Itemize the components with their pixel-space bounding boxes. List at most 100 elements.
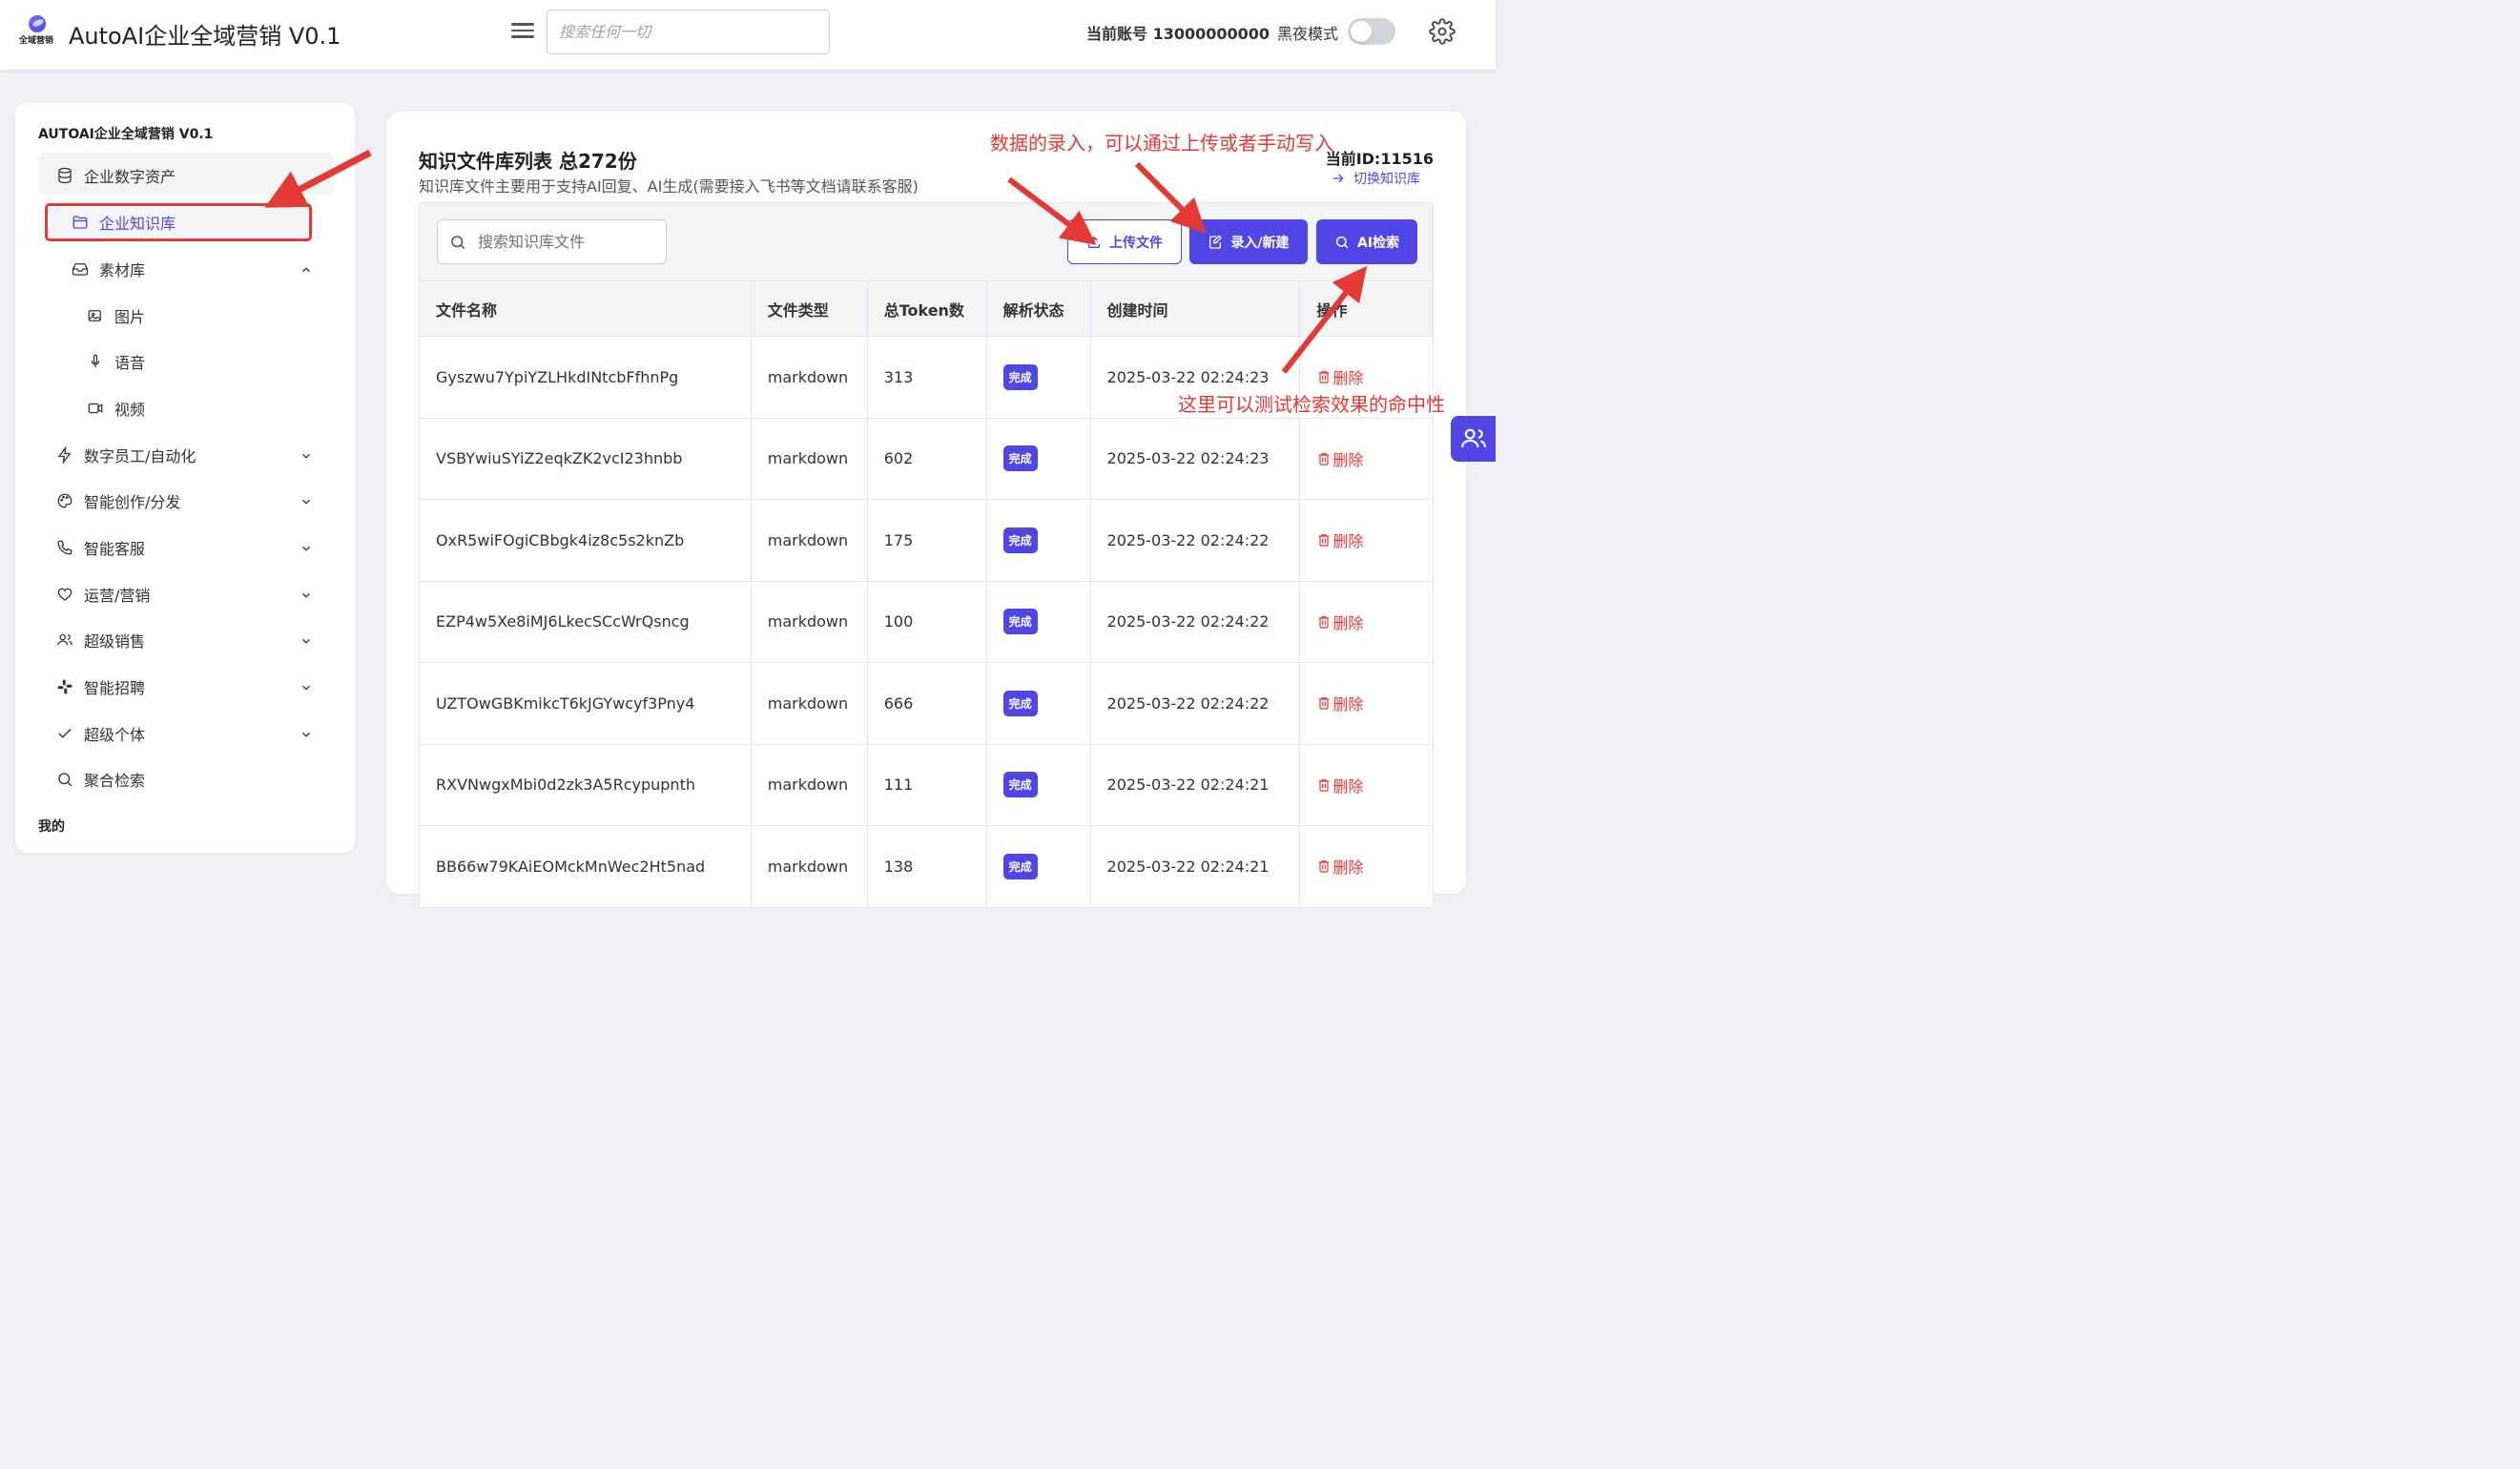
file-type: markdown xyxy=(750,336,868,419)
file-name[interactable]: Gyszwu7YpiYZLHkdINtcbFfhnPg xyxy=(419,336,752,419)
file-name[interactable]: EZP4w5Xe8iMJ6LkecSCcWrQsncg xyxy=(419,580,752,663)
sidebar-item-label: 超级个体 xyxy=(84,726,146,744)
page-subtitle: 知识库文件主要用于支持AI回复、AI生成(需要接入飞书等文档请联系客服) xyxy=(419,177,919,196)
heart-icon xyxy=(55,585,74,604)
hamburger-menu-icon[interactable] xyxy=(509,19,536,44)
search-icon xyxy=(1335,236,1349,249)
file-name[interactable]: UZTOwGBKmikcT6kJGYwcyf3Pny4 xyxy=(419,662,752,745)
file-type: markdown xyxy=(750,499,868,582)
current-id: 当前ID:11516 xyxy=(1325,150,1434,168)
sidebar-item-label: 数字员工/自动化 xyxy=(84,447,196,466)
sidebar-item-digital-assets[interactable]: 企业数字资产 xyxy=(55,156,176,195)
logo-mark-icon xyxy=(29,15,46,32)
kb-search-box[interactable] xyxy=(437,219,667,264)
folder-icon xyxy=(71,213,90,232)
sidebar-item-label: 聚合检索 xyxy=(84,772,146,790)
sidebar-item-label: 视频 xyxy=(114,401,146,419)
floating-support-button[interactable] xyxy=(1451,416,1496,462)
created-time: 2025-03-22 02:24:23 xyxy=(1089,336,1301,419)
delete-button[interactable]: 删除 xyxy=(1316,774,1363,797)
sidebar-item-voice[interactable]: 语音 xyxy=(86,342,145,381)
sidebar-item-super-sales[interactable]: 超级销售 xyxy=(55,621,313,659)
table-row: Gyszwu7YpiYZLHkdINtcbFfhnPg markdown 313… xyxy=(419,336,1434,419)
ai-search-button[interactable]: AI检索 xyxy=(1316,219,1417,264)
table-row: VSBYwiuSYiZ2eqkZK2vcI23hnbb markdown 602… xyxy=(419,417,1434,500)
sidebar-item-digital-staff[interactable]: 数字员工/自动化 xyxy=(55,436,313,474)
created-time: 2025-03-22 02:24:22 xyxy=(1089,580,1301,663)
delete-button[interactable]: 删除 xyxy=(1316,447,1363,470)
sidebar-item-materials[interactable]: 素材库 xyxy=(71,250,313,288)
sidebar-item-label: 素材库 xyxy=(99,261,146,279)
action-cell: 删除 xyxy=(1299,336,1434,419)
app-logo[interactable]: 全域营销 xyxy=(19,15,55,48)
action-cell: 删除 xyxy=(1299,499,1434,582)
col-status[interactable]: 解析状态 xyxy=(985,280,1091,337)
token-count: 100 xyxy=(866,580,987,663)
ai-search-label: AI检索 xyxy=(1356,235,1400,251)
file-name[interactable]: VSBYwiuSYiZ2eqkZK2vcI23hnbb xyxy=(419,417,752,500)
status-badge: 完成 xyxy=(1002,853,1038,879)
col-file-type[interactable]: 文件类型 xyxy=(750,280,868,337)
delete-button[interactable]: 删除 xyxy=(1316,855,1363,878)
global-search-input[interactable] xyxy=(547,10,830,54)
logo-text: 全域营销 xyxy=(19,36,54,46)
delete-button[interactable]: 删除 xyxy=(1316,528,1363,551)
settings-gear-icon[interactable] xyxy=(1429,18,1456,45)
action-cell: 删除 xyxy=(1299,743,1434,826)
delete-label: 删除 xyxy=(1332,859,1364,878)
file-name[interactable]: OxR5wiFOgiCBbgk4iz8c5s2knZb xyxy=(419,499,752,582)
file-type: markdown xyxy=(750,417,868,500)
token-count: 313 xyxy=(866,336,987,419)
new-entry-button[interactable]: 录入/新建 xyxy=(1189,219,1308,264)
sidebar-section-mine: 我的 xyxy=(38,819,65,835)
created-time: 2025-03-22 02:24:21 xyxy=(1089,825,1301,908)
trash-icon xyxy=(1319,452,1330,466)
upload-file-button[interactable]: 上传文件 xyxy=(1067,219,1182,264)
sidebar-item-images[interactable]: 图片 xyxy=(86,297,145,335)
created-time: 2025-03-22 02:24:21 xyxy=(1089,743,1301,826)
sidebar-item-smart-creation[interactable]: 智能创作/分发 xyxy=(55,482,313,520)
file-name[interactable]: RXVNwgxMbi0d2zk3A5Rcypupnth xyxy=(419,743,752,826)
sidebar-item-ops-marketing[interactable]: 运营/营销 xyxy=(55,575,313,613)
sidebar-item-super-individual[interactable]: 超级个体 xyxy=(55,714,313,753)
chevron-down-icon xyxy=(300,633,313,647)
image-icon xyxy=(86,306,105,325)
sidebar-item-smart-recruit[interactable]: 智能招聘 xyxy=(55,668,313,706)
col-created-time[interactable]: 创建时间 xyxy=(1089,280,1301,337)
sidebar-item-smart-cs[interactable]: 智能客服 xyxy=(55,528,313,567)
delete-label: 删除 xyxy=(1332,695,1364,714)
sidebar-item-knowledge-base[interactable]: 企业知识库 xyxy=(71,203,176,241)
col-file-name[interactable]: 文件名称 xyxy=(419,280,752,337)
page-title: 知识文件库列表 总272份 xyxy=(419,150,637,173)
delete-label: 删除 xyxy=(1332,613,1364,632)
check-icon xyxy=(55,724,74,743)
delete-button[interactable]: 删除 xyxy=(1316,365,1363,388)
sidebar-item-video[interactable]: 视频 xyxy=(86,389,145,427)
kb-search-input[interactable] xyxy=(478,233,659,251)
status-cell: 完成 xyxy=(985,580,1091,663)
delete-button[interactable]: 删除 xyxy=(1316,692,1363,714)
col-tokens[interactable]: 总Token数 xyxy=(866,280,987,337)
sidebar-item-label: 企业数字资产 xyxy=(84,168,176,186)
night-mode-toggle[interactable] xyxy=(1348,18,1395,45)
sidebar-item-label: 语音 xyxy=(114,354,146,372)
switch-kb-link[interactable]: 切换知识库 xyxy=(1331,169,1420,188)
status-cell: 完成 xyxy=(985,662,1091,745)
chevron-down-icon xyxy=(300,448,313,462)
trash-icon xyxy=(1319,371,1330,383)
account-label: 当前账号 13000000000 xyxy=(1086,25,1270,43)
delete-label: 删除 xyxy=(1332,450,1364,469)
file-type: markdown xyxy=(750,743,868,826)
delete-button[interactable]: 删除 xyxy=(1316,610,1363,633)
file-type: markdown xyxy=(750,662,868,745)
chevron-down-icon xyxy=(300,494,313,507)
sidebar-item-agg-search[interactable]: 聚合检索 xyxy=(55,760,145,798)
sidebar-item-label: 超级销售 xyxy=(84,632,146,651)
chevron-down-icon xyxy=(300,727,313,740)
delete-label: 删除 xyxy=(1332,369,1364,388)
status-cell: 完成 xyxy=(985,336,1091,419)
chevron-down-icon xyxy=(300,680,313,693)
app-title: AutoAI企业全域营销 V0.1 xyxy=(69,23,341,50)
file-name[interactable]: BB66w79KAiEOMckMnWec2Ht5nad xyxy=(419,825,752,908)
status-cell: 完成 xyxy=(985,825,1091,908)
